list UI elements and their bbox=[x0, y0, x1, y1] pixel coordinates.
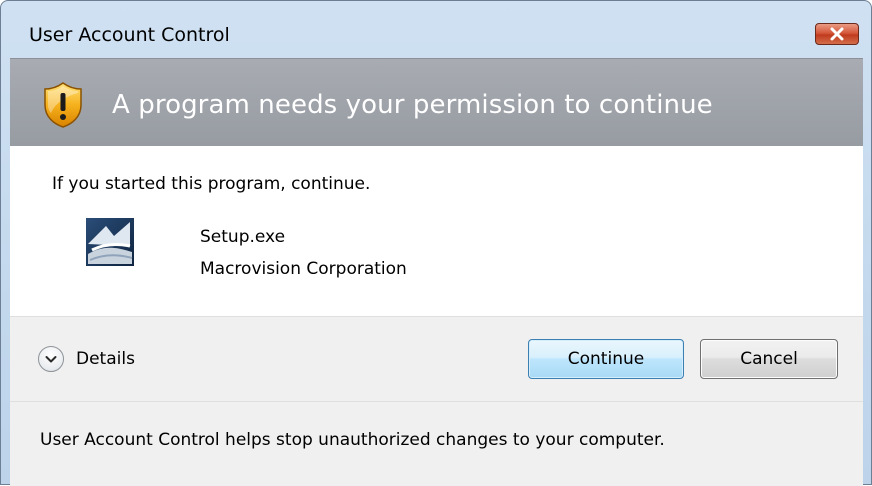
window-title: User Account Control bbox=[29, 24, 230, 46]
permission-banner: A program needs your permission to conti… bbox=[10, 58, 863, 146]
uac-dialog-window: User Account Control A program needs you… bbox=[0, 0, 872, 486]
permission-heading: A program needs your permission to conti… bbox=[112, 90, 713, 120]
action-bar: Details Continue Cancel bbox=[10, 316, 863, 401]
continue-button[interactable]: Continue bbox=[528, 339, 684, 379]
close-button[interactable] bbox=[815, 23, 859, 45]
footer-section: User Account Control helps stop unauthor… bbox=[10, 401, 863, 486]
details-label[interactable]: Details bbox=[76, 349, 135, 369]
shield-warning-icon bbox=[44, 82, 82, 128]
cancel-button[interactable]: Cancel bbox=[700, 339, 838, 379]
footer-text: User Account Control helps stop unauthor… bbox=[40, 430, 665, 450]
program-info-section: If you started this program, continue. S… bbox=[10, 146, 863, 316]
program-name: Setup.exe bbox=[200, 227, 286, 247]
details-toggle[interactable]: Details bbox=[38, 343, 135, 375]
program-publisher: Macrovision Corporation bbox=[200, 259, 407, 279]
title-bar[interactable]: User Account Control bbox=[1, 1, 871, 46]
dialog-client-area: A program needs your permission to conti… bbox=[10, 58, 863, 486]
program-setup-icon bbox=[86, 218, 134, 266]
chevron-down-icon bbox=[45, 355, 57, 362]
details-expander[interactable] bbox=[38, 346, 64, 372]
intro-text: If you started this program, continue. bbox=[52, 174, 371, 194]
close-icon bbox=[830, 27, 844, 41]
